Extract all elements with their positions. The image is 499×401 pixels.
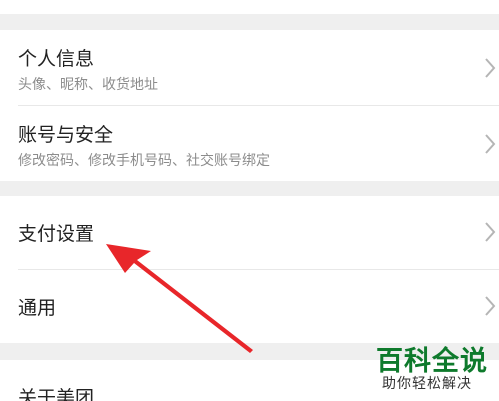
account-security-title: 账号与安全 [18, 124, 114, 146]
chevron-right-icon [485, 134, 496, 154]
chevron-right-icon [485, 58, 496, 78]
watermark-logo: 百科全说 助你轻松解决 [372, 337, 494, 397]
watermark-subtitle: 助你轻松解决 [382, 376, 472, 392]
settings-group-account: 个人信息 头像、昵称、收货地址 账号与安全 修改密码、修改手机号码、社交账号绑定 [0, 30, 499, 181]
personal-info-item[interactable]: 个人信息 头像、昵称、收货地址 [0, 30, 499, 105]
top-card-remnant [0, 0, 499, 14]
account-security-subtitle: 修改密码、修改手机号码、社交账号绑定 [18, 153, 270, 169]
account-security-item[interactable]: 账号与安全 修改密码、修改手机号码、社交账号绑定 [0, 106, 499, 181]
chevron-right-icon [485, 222, 496, 242]
about-meituan-title: 关于美团 [18, 387, 95, 401]
settings-group-general: 支付设置 通用 [0, 196, 499, 343]
payment-settings-item[interactable]: 支付设置 [0, 196, 499, 269]
payment-settings-title: 支付设置 [18, 223, 95, 245]
personal-info-subtitle: 头像、昵称、收货地址 [18, 77, 158, 93]
general-item[interactable]: 通用 [0, 270, 499, 343]
chevron-right-icon [485, 296, 496, 316]
settings-screen: 个人信息 头像、昵称、收货地址 账号与安全 修改密码、修改手机号码、社交账号绑定… [0, 0, 499, 401]
personal-info-title: 个人信息 [18, 48, 95, 70]
general-title: 通用 [18, 297, 57, 319]
